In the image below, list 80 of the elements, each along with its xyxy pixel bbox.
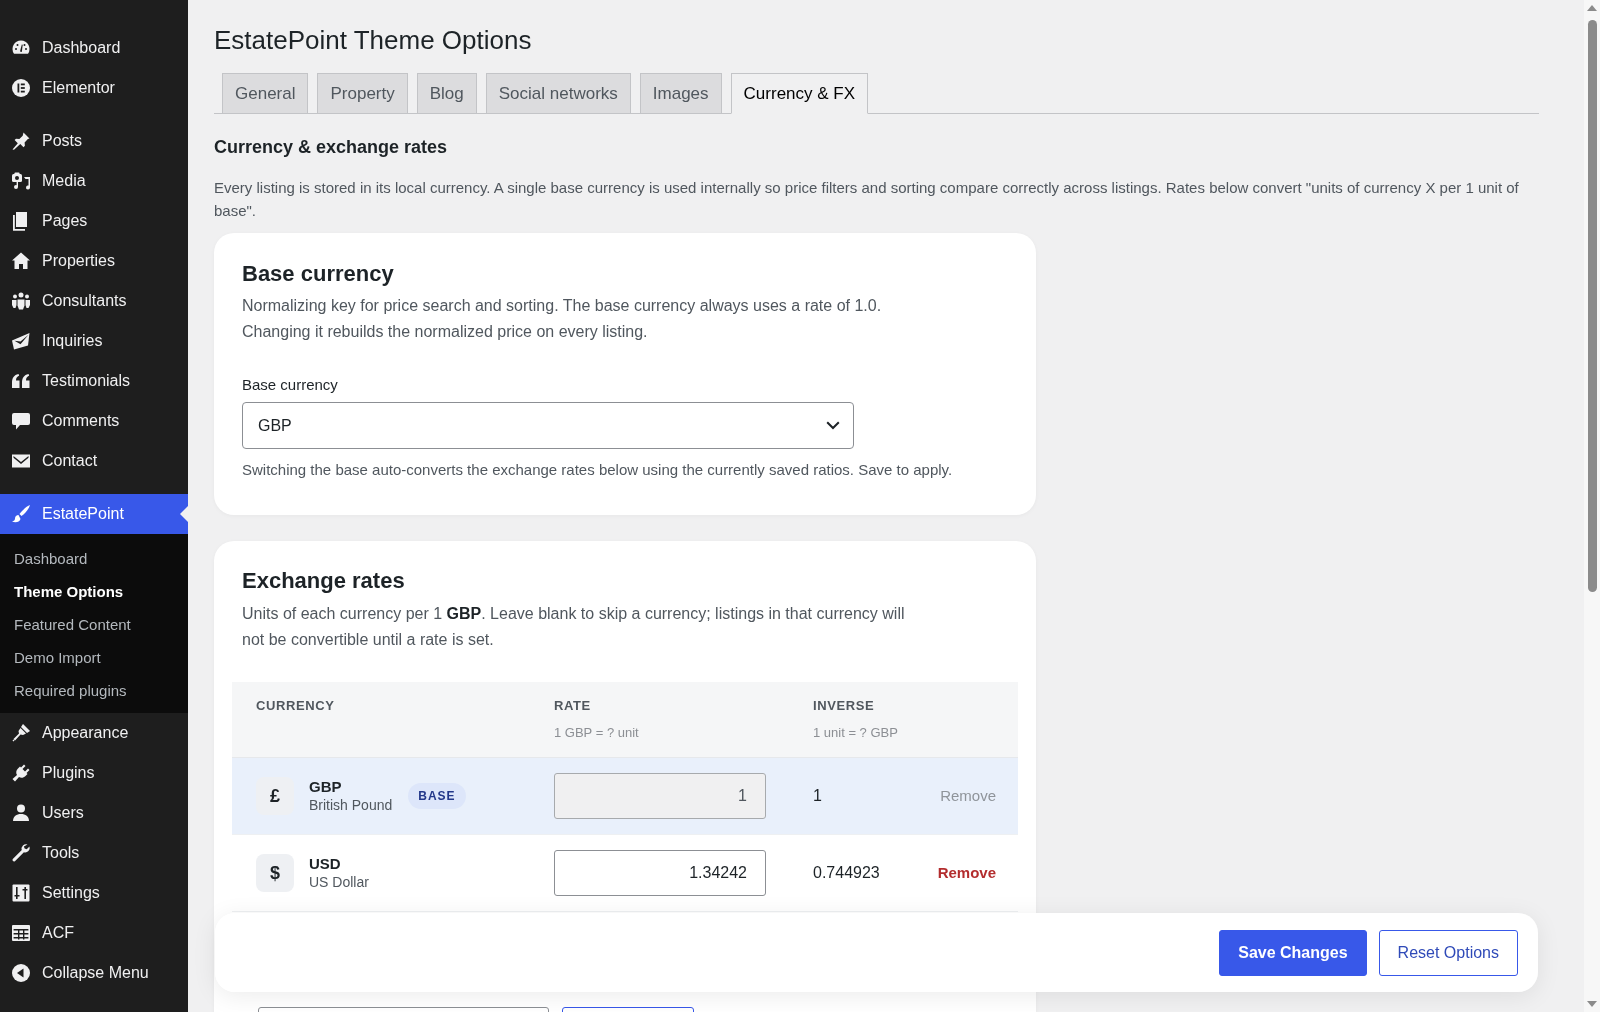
remove-link[interactable]: Remove [937,864,996,881]
page-title: EstatePoint Theme Options [214,24,533,57]
sidebar-item[interactable]: Media [0,161,188,201]
arrow-left-circle-icon [11,963,31,983]
submenu-item[interactable]: Dashboard [0,542,102,575]
inverse-value: 0.744923 [813,864,880,881]
card-title: Exchange rates [242,567,406,595]
tab[interactable]: Currency & FX [730,73,869,114]
user-icon [11,803,31,823]
quote-icon [11,371,31,391]
sidebar-item[interactable]: Users [0,793,188,833]
scrollbar-track[interactable] [1584,0,1600,1012]
table-icon [11,923,31,943]
sidebar-item[interactable]: Elementor [0,68,188,108]
currency-code: USD [309,855,341,873]
envelope-check-icon [11,331,31,351]
sidebar-item[interactable]: Dashboard [0,28,188,68]
scrollbar-thumb[interactable] [1587,20,1597,592]
submenu-item[interactable]: Required plugins [0,674,141,707]
help-text: Switching the base auto-converts the exchange rates below using the currently saved ratios. Save to apply. [242,460,954,480]
people-icon [11,291,31,311]
sidebar-item[interactable]: Plugins [0,753,188,793]
column-header: RATE [554,697,591,715]
brush-icon [11,723,31,743]
section-title: Currency & exchange rates [214,136,449,159]
save-button[interactable]: Save Changes [1219,929,1367,976]
sidebar-item[interactable]: Tools [0,833,188,873]
card-description: Units of each currency per 1 GBP. Leave blank to skip a currency; listings in that currency will not be convertible until a rate is set. [242,604,906,650]
column-subheader: 1 GBP = ? unit [554,724,639,742]
card-title: Base currency [242,260,395,288]
sidebar-item[interactable]: Comments [0,401,188,441]
speech-bubble-icon [11,411,31,431]
tab[interactable]: Social networks [485,73,631,114]
submenu-item[interactable]: Demo Import [0,641,115,674]
reset-button[interactable]: Reset Options [1378,929,1518,976]
paintbrush-icon [11,504,31,524]
submenu-item[interactable]: Theme Options [0,575,138,608]
column-header: INVERSE [813,697,875,715]
base-currency-select[interactable]: GBP [242,402,854,449]
sidebar-item[interactable]: Appearance [0,713,188,753]
badge: BASE [408,783,466,809]
sidebar-item[interactable]: Consultants [0,281,188,321]
section-description: Every listing is stored in its local currency. A single base currency is used internally so price filters and sorting compare correctly across listings. Rates below convert "units of currency X per 1 unit of base". [214,178,1520,221]
currency-symbol: $ [256,854,294,892]
column-header: CURRENCY [256,697,335,715]
currency-name: British Pound [309,796,393,814]
scroll-down-icon[interactable] [1587,1001,1597,1007]
card-description: Normalizing key for price search and sorting. The base currency always uses a rate of 1.0. Changing it rebuilds the normalized price on every listing. [242,296,883,342]
tab[interactable]: Property [317,73,408,114]
scroll-up-icon[interactable] [1587,5,1597,11]
wrench-icon [11,843,31,863]
currency-name: US Dollar [309,873,369,891]
sidebar-item[interactable]: Posts [0,121,188,161]
column-subheader: 1 unit = ? GBP [813,724,898,742]
chevron-down-icon [826,421,840,430]
sliders-icon [11,883,31,903]
inverse-value: 1 [813,787,822,804]
pushpin-icon [11,131,31,151]
tab[interactable]: General [222,73,309,114]
tab[interactable]: Images [639,73,722,114]
sidebar-item[interactable]: Properties [0,241,188,281]
sidebar-item[interactable]: Settings [0,873,188,913]
field-label: Base currency [242,375,339,395]
currency-code: GBP [309,778,342,796]
sidebar-item[interactable]: Pages [0,201,188,241]
sidebar-item[interactable]: Testimonials [0,361,188,401]
plug-icon [11,763,31,783]
sidebar-item[interactable]: EstatePoint [0,494,188,534]
currency-symbol: £ [256,777,294,815]
sidebar-item[interactable]: ACF [0,913,188,953]
sidebar-item[interactable]: Collapse Menu [0,953,188,993]
tab[interactable]: Blog [416,73,477,114]
sidebar-item[interactable]: Inquiries [0,321,188,361]
rate-input[interactable]: 1.34242 [554,850,766,896]
current-pointer-icon [180,506,188,522]
submenu-item[interactable]: Featured Content [0,608,145,641]
house-icon [11,251,31,271]
letter-e-circle-icon [11,78,31,98]
sidebar-item[interactable]: Contact [0,441,188,481]
camera-music-icon [11,171,31,191]
